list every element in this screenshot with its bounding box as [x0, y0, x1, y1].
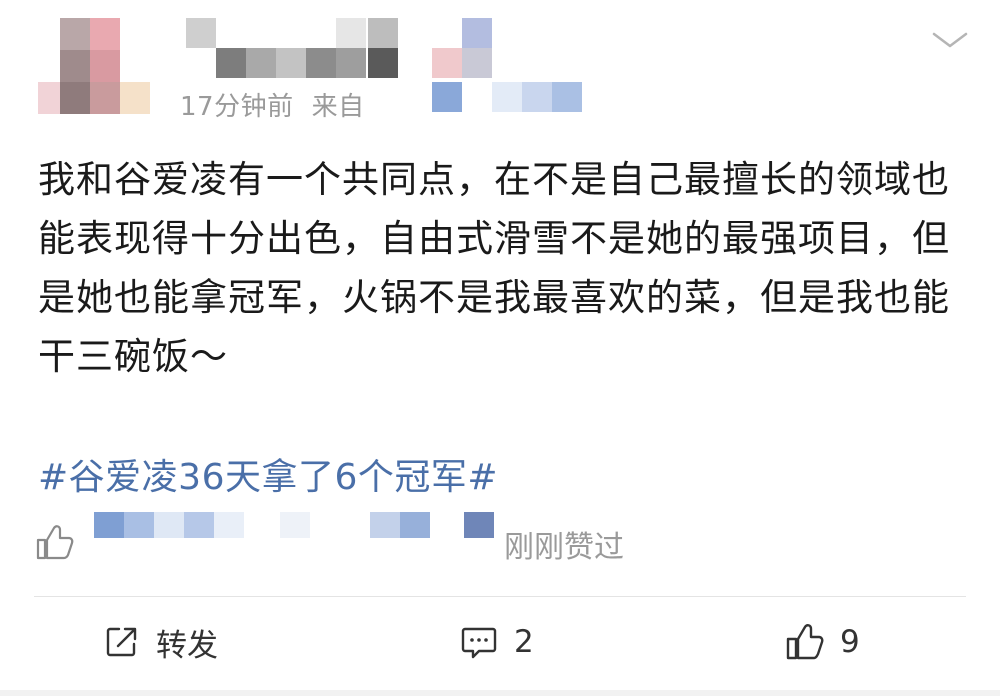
- thumbs-up-icon: [784, 622, 824, 662]
- chevron-down-icon[interactable]: [928, 28, 972, 52]
- thumbs-up-icon: [34, 522, 74, 562]
- repost-button[interactable]: 转发: [104, 620, 218, 664]
- likers-redacted[interactable]: [94, 512, 514, 552]
- comment-icon: [460, 624, 498, 660]
- post-meta: 17分钟前 来自: [180, 86, 365, 123]
- avatar[interactable]: [38, 18, 158, 114]
- post-text: 我和谷爱凌有一个共同点，在不是自己最擅长的领域也能表现得十分出色，自由式滑雪不是…: [38, 158, 950, 378]
- repost-label: 转发: [156, 627, 218, 664]
- liked-status: 刚刚赞过: [504, 530, 624, 565]
- comment-button[interactable]: 2: [460, 620, 534, 664]
- username-redacted[interactable]: [186, 18, 406, 80]
- like-summary: 刚刚赞过: [34, 512, 734, 565]
- bottom-separator: [0, 690, 1000, 696]
- source-prefix: 来自: [311, 92, 365, 122]
- comment-count: 2: [514, 624, 534, 660]
- like-count: 9: [840, 624, 860, 660]
- source-redacted[interactable]: [432, 18, 592, 114]
- divider: [34, 596, 966, 597]
- share-icon: [104, 624, 140, 660]
- like-button[interactable]: 9: [784, 620, 860, 664]
- hashtag-link[interactable]: #谷爱凌36天拿了6个冠军#: [38, 448, 498, 500]
- post-time: 17分钟前: [180, 92, 294, 122]
